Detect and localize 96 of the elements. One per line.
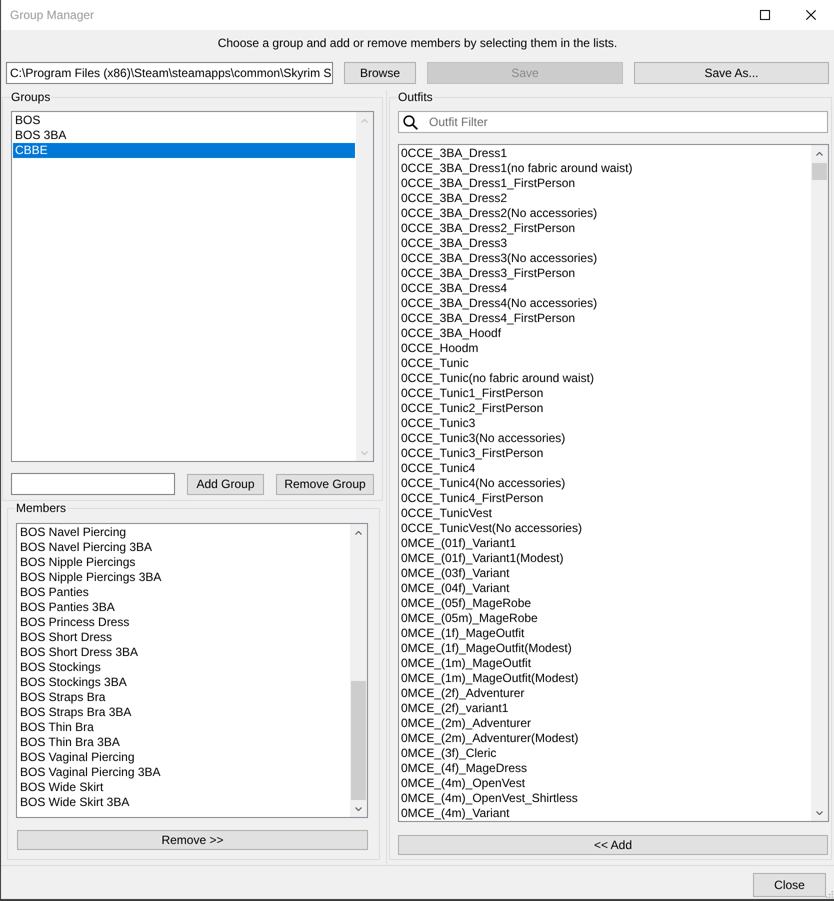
list-item[interactable]: 0MCE_(1f)_MageOutfit xyxy=(399,626,526,641)
list-item[interactable]: BOS Thin Bra 3BA xyxy=(17,735,122,750)
scrollbar[interactable] xyxy=(811,145,828,821)
list-item[interactable]: 0CCE_3BA_Dress4(No accessories) xyxy=(399,296,600,311)
list-item[interactable]: 0CCE_3BA_Dress4_FirstPerson xyxy=(399,311,578,326)
remove-button[interactable]: Remove >> xyxy=(17,830,368,850)
scrollbar-thumb[interactable] xyxy=(351,681,366,800)
list-item[interactable]: 0MCE_(2f)_variant1 xyxy=(399,701,510,716)
list-item[interactable]: 0MCE_(1m)_MageOutfit(Modest) xyxy=(399,671,580,686)
list-item[interactable]: 0MCE_(05m)_MageRobe xyxy=(399,611,540,626)
list-item[interactable]: BOS Nipple Piercings 3BA xyxy=(17,570,164,585)
list-item[interactable]: BOS Stockings 3BA xyxy=(17,675,129,690)
close-button[interactable]: Close xyxy=(753,873,826,897)
list-item[interactable]: 0MCE_(05f)_MageRobe xyxy=(399,596,534,611)
list-item[interactable]: 0CCE_Tunic3_FirstPerson xyxy=(399,446,546,461)
list-item[interactable]: BOS Princess Dress xyxy=(17,615,132,630)
list-item[interactable]: BOS Panties xyxy=(17,585,91,600)
list-item[interactable]: BOS Vaginal Piercing xyxy=(17,750,137,765)
outfit-filter-field[interactable]: Outfit Filter xyxy=(398,111,828,133)
add-button[interactable]: << Add xyxy=(398,835,828,855)
list-item[interactable]: 0CCE_3BA_Dress1(no fabric around waist) xyxy=(399,161,634,176)
list-item[interactable]: BOS 3BA xyxy=(13,128,68,143)
list-item[interactable]: BOS xyxy=(13,113,42,128)
list-item[interactable]: 0CCE_Tunic3(No accessories) xyxy=(399,431,568,446)
list-item[interactable]: 0CCE_Tunic4 xyxy=(399,461,478,476)
list-item[interactable]: 0MCE_(4m)_Variant xyxy=(399,806,512,821)
list-item[interactable]: BOS Vaginal Piercing 3BA xyxy=(17,765,163,780)
list-item[interactable]: 0CCE_3BA_Dress4 xyxy=(399,281,510,296)
browse-button[interactable]: Browse xyxy=(344,62,416,84)
resize-grip-icon[interactable] xyxy=(826,891,833,898)
list-item[interactable]: 0CCE_3BA_Dress2 xyxy=(399,191,510,206)
list-item[interactable]: 0MCE_(4m)_OpenVest xyxy=(399,776,528,791)
path-field[interactable]: C:\Program Files (x86)\Steam\steamapps\common\Skyrim S xyxy=(6,62,333,84)
list-item[interactable]: 0MCE_(2m)_Adventurer(Modest) xyxy=(399,731,580,746)
list-item[interactable]: 0MCE_(4m)_OpenVest_Shirtless xyxy=(399,791,580,806)
list-item[interactable]: 0CCE_Tunic(no fabric around waist) xyxy=(399,371,596,386)
list-item[interactable]: 0MCE_(03f)_Variant xyxy=(399,566,512,581)
list-item[interactable]: 0CCE_Tunic3 xyxy=(399,416,478,431)
list-item[interactable]: 0CCE_Hoodm xyxy=(399,341,480,356)
chevron-down-icon[interactable] xyxy=(816,811,823,815)
list-item[interactable]: BOS Thin Bra xyxy=(17,720,96,735)
list-item[interactable]: BOS Straps Bra 3BA xyxy=(17,705,134,720)
outfits-label: Outfits xyxy=(397,90,434,104)
list-item[interactable]: BOS Stockings xyxy=(17,660,103,675)
list-item[interactable]: 0MCE_(4f)_MageDress xyxy=(399,761,530,776)
save-as-button[interactable]: Save As... xyxy=(634,62,829,84)
list-item[interactable]: 0CCE_3BA_Dress2(No accessories) xyxy=(399,206,600,221)
list-item[interactable]: 0CCE_TunicVest xyxy=(399,506,494,521)
members-label: Members xyxy=(15,501,68,515)
list-item[interactable]: BOS Wide Skirt xyxy=(17,780,106,795)
chevron-up-icon[interactable] xyxy=(355,531,362,535)
group-name-field[interactable] xyxy=(11,473,175,495)
list-item[interactable]: 0MCE_(01f)_Variant1(Modest) xyxy=(399,551,566,566)
list-item[interactable]: 0CCE_Tunic2_FirstPerson xyxy=(399,401,546,416)
list-item[interactable]: 0MCE_(1m)_MageOutfit xyxy=(399,656,534,671)
scrollbar-thumb[interactable] xyxy=(812,163,827,180)
list-item[interactable]: CBBE xyxy=(13,143,355,158)
list-item[interactable]: 0MCE_(01f)_Variant1 xyxy=(399,536,518,551)
remove-group-button[interactable]: Remove Group xyxy=(276,474,374,494)
list-item[interactable]: 0MCE_(04f)_Variant xyxy=(399,581,512,596)
list-item[interactable]: BOS Navel Piercing 3BA xyxy=(17,540,154,555)
list-item[interactable]: BOS Short Dress xyxy=(17,630,114,645)
list-item[interactable]: 0CCE_Tunic4(No accessories) xyxy=(399,476,568,491)
list-item[interactable]: 0CCE_TunicVest(No accessories) xyxy=(399,521,584,536)
maximize-icon xyxy=(760,10,770,20)
list-item[interactable]: BOS Navel Piercing xyxy=(17,525,128,540)
list-item[interactable]: 0CCE_Tunic4_FirstPerson xyxy=(399,491,546,506)
list-item[interactable]: 0MCE_(2m)_Adventurer xyxy=(399,716,534,731)
list-item[interactable]: 0CCE_3BA_Dress3_FirstPerson xyxy=(399,266,578,281)
list-item[interactable]: BOS Panties 3BA xyxy=(17,600,117,615)
list-item[interactable]: BOS Short Dress 3BA xyxy=(17,645,140,660)
list-item[interactable]: 0MCE_(3f)_Cleric xyxy=(399,746,498,761)
list-item[interactable]: 0CCE_3BA_Dress3(No accessories) xyxy=(399,251,600,266)
close-icon xyxy=(806,10,816,20)
scrollbar[interactable] xyxy=(350,524,367,817)
list-item[interactable]: BOS Wide Skirt 3BA xyxy=(17,795,132,810)
list-item[interactable]: 0MCE_(2f)_Adventurer xyxy=(399,686,526,701)
groups-list[interactable]: BOS BOS 3BA CBBE xyxy=(11,111,374,462)
groups-label: Groups xyxy=(10,90,52,104)
search-icon xyxy=(403,114,418,130)
instruction-text: Choose a group and add or remove members by selecting them in the lists. xyxy=(218,36,618,51)
list-item[interactable]: BOS Straps Bra xyxy=(17,690,108,705)
add-group-button[interactable]: Add Group xyxy=(187,474,264,494)
list-item[interactable]: 0MCE_(1f)_MageOutfit(Modest) xyxy=(399,641,574,656)
list-item[interactable]: 0CCE_3BA_Hoodf xyxy=(399,326,504,341)
chevron-down-icon[interactable] xyxy=(355,807,362,811)
list-item[interactable]: 0CCE_3BA_Dress3 xyxy=(399,236,510,251)
list-item[interactable]: 0CCE_3BA_Dress1 xyxy=(399,146,510,161)
members-list[interactable] xyxy=(16,523,368,818)
list-item[interactable]: 0CCE_3BA_Dress1_FirstPerson xyxy=(399,176,578,191)
list-item[interactable]: 0CCE_Tunic xyxy=(399,356,471,371)
list-item[interactable]: BOS Nipple Piercings xyxy=(17,555,138,570)
list-item[interactable]: 0CCE_3BA_Dress2_FirstPerson xyxy=(399,221,578,236)
chevron-up-icon[interactable] xyxy=(816,152,823,156)
list-item[interactable]: 0CCE_Tunic1_FirstPerson xyxy=(399,386,546,401)
window-title: Group Manager xyxy=(10,8,94,22)
